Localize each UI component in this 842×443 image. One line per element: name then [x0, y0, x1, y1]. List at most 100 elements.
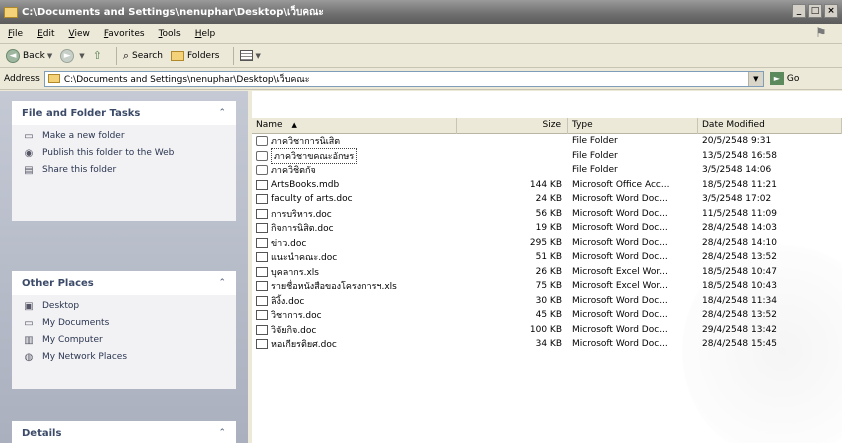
file-type: Microsoft Word Doc... — [572, 208, 668, 219]
views-button[interactable]: ▼ — [240, 50, 261, 61]
file-name-cell[interactable]: การบริหาร.doc — [252, 207, 457, 221]
file-row[interactable]: วิชาการ.doc 45 KB Microsoft Word Doc... 28/… — [252, 308, 842, 323]
file-type: File Folder — [572, 165, 618, 176]
file-name: ภาควิชาขคณะอักษร — [271, 147, 358, 164]
forward-button[interactable]: ► ▼ — [60, 48, 85, 63]
file-name: รายชื่อหนังสือของโครงการฯ.xls — [271, 282, 397, 293]
file-row[interactable]: การบริหาร.doc 56 KB Microsoft Word Doc... 1… — [252, 207, 842, 222]
column-header-row: Name ▲ Size Type Date Modified — [252, 118, 842, 134]
file-name-cell[interactable]: ภาควิชาขคณะอักษร — [252, 147, 457, 164]
file-row[interactable]: ภาควิชาขคณะอักษร File Folder 13/5/2548 16:… — [252, 147, 842, 164]
file-type: Microsoft Office Acc... — [572, 179, 670, 190]
file-row[interactable]: กิจการนิสิต.doc 19 KB Microsoft Word Doc..… — [252, 221, 842, 236]
column-size[interactable]: Size — [457, 118, 568, 134]
menu-tools[interactable]: Tools — [159, 29, 181, 39]
file-row[interactable]: บุคลากร.xls 26 KB Microsoft Excel Wor... 18… — [252, 265, 842, 280]
file-name-cell[interactable]: ข่าว.doc — [252, 236, 457, 250]
file-name-cell[interactable]: แนะนำคณะ.doc — [252, 250, 457, 264]
title-bar[interactable]: C:\Documents and Settings\nenuphar\Deskt… — [0, 0, 842, 24]
collapse-chevron-icon[interactable]: ⌃ — [218, 108, 226, 118]
file-name: faculty of arts.doc — [271, 194, 353, 205]
file-name-cell[interactable]: วิจัยกิจ.doc — [252, 323, 457, 337]
maximize-button[interactable]: □ — [808, 4, 822, 18]
file-row[interactable]: ภาควิชิตกัจ File Folder 3/5/2548 14:06 — [252, 163, 842, 178]
task-label: Publish this folder to the Web — [42, 148, 175, 158]
back-dropdown-icon[interactable]: ▼ — [47, 52, 52, 60]
documents-folder-icon: ▭ — [24, 318, 34, 329]
folders-label: Folders — [186, 50, 220, 61]
file-name-cell[interactable]: faculty of arts.doc — [252, 194, 457, 205]
menu-bar: File Edit View Favorites Tools Help ⚑ — [0, 24, 842, 44]
file-icon — [256, 252, 268, 263]
file-name-cell[interactable]: ArtsBooks.mdb — [252, 179, 457, 190]
file-type: Microsoft Word Doc... — [572, 324, 668, 335]
file-type: Microsoft Word Doc... — [572, 252, 668, 263]
panel-header[interactable]: Details ⌃ — [12, 421, 236, 443]
windows-logo-icon: ⚑ — [815, 26, 827, 41]
file-row[interactable]: faculty of arts.doc 24 KB Microsoft Word D… — [252, 192, 842, 207]
task-publish-web[interactable]: ◉ Publish this folder to the Web — [22, 148, 226, 160]
address-dropdown-icon[interactable]: ▼ — [747, 71, 763, 86]
place-my-computer[interactable]: ▥ My Computer — [22, 335, 226, 347]
file-name-cell[interactable]: รายชื่อหนังสือของโครงการฯ.xls — [252, 279, 457, 293]
file-row[interactable]: หอเกียรติยศ.doc 34 KB Microsoft Word Doc..… — [252, 337, 842, 352]
file-row[interactable]: ภาควิชาการนิเสิต File Folder 20/5/2548 9:3… — [252, 134, 842, 149]
panel-header[interactable]: File and Folder Tasks ⌃ — [12, 101, 236, 125]
file-name-cell[interactable]: ภาควิชิตกัจ — [252, 163, 457, 177]
close-button[interactable]: × — [824, 4, 838, 18]
go-button[interactable]: ► Go — [769, 72, 799, 85]
back-button[interactable]: ◄ Back ▼ — [6, 48, 52, 63]
file-date-modified: 28/4/2548 14:03 — [702, 223, 777, 234]
file-icon — [256, 237, 268, 248]
place-label: My Computer — [42, 335, 103, 345]
file-size: 100 KB — [529, 324, 562, 335]
collapse-chevron-icon[interactable]: ⌃ — [218, 278, 226, 288]
views-dropdown-icon[interactable]: ▼ — [255, 52, 260, 60]
file-date-modified: 28/4/2548 13:52 — [702, 252, 777, 263]
file-name-cell[interactable]: วิชาการ.doc — [252, 308, 457, 322]
file-row[interactable]: ข่าว.doc 295 KB Microsoft Word Doc... 28/4/… — [252, 236, 842, 251]
menu-view[interactable]: View — [69, 29, 90, 39]
column-date-modified[interactable]: Date Modified — [698, 118, 842, 134]
file-row[interactable]: ArtsBooks.mdb 144 KB Microsoft Office Acc.… — [252, 178, 842, 193]
file-row[interactable]: รายชื่อหนังสือของโครงการฯ.xls 75 KB Micros… — [252, 279, 842, 294]
file-name-cell[interactable]: ภาควิชาการนิเสิต — [252, 134, 457, 148]
toolbar: ◄ Back ▼ ► ▼ ⇧ ⌕ Search Folders ▼ — [0, 44, 842, 68]
menu-favorites[interactable]: Favorites — [104, 29, 145, 39]
menu-edit[interactable]: Edit — [37, 29, 54, 39]
address-input[interactable]: C:\Documents and Settings\nenuphar\Deskt… — [43, 70, 764, 87]
up-folder-button[interactable]: ⇧ — [93, 49, 102, 62]
place-desktop[interactable]: ▣ Desktop — [22, 301, 226, 313]
file-list-view: Name ▲ Size Type Date Modified ภาควิชากา… — [252, 91, 842, 443]
file-icon — [256, 324, 268, 335]
toolbar-divider — [233, 46, 235, 65]
minimize-button[interactable]: _ — [792, 4, 806, 18]
place-my-documents[interactable]: ▭ My Documents — [22, 318, 226, 330]
file-row[interactable]: วิจัยกิจ.doc 100 KB Microsoft Word Doc... 2… — [252, 323, 842, 338]
file-size: 26 KB — [535, 266, 562, 277]
place-label: My Documents — [42, 318, 110, 328]
file-row[interactable]: แนะนำคณะ.doc 51 KB Microsoft Word Doc... 28… — [252, 250, 842, 265]
file-icon — [256, 281, 268, 292]
place-network[interactable]: ◍ My Network Places — [22, 352, 226, 364]
file-name-cell[interactable]: บุคลากร.xls — [252, 265, 457, 279]
file-date-modified: 28/4/2548 13:52 — [702, 310, 777, 321]
task-share-folder[interactable]: ▤ Share this folder — [22, 165, 226, 177]
collapse-chevron-icon[interactable]: ⌃ — [218, 428, 226, 438]
file-name-cell[interactable]: หอเกียรติยศ.doc — [252, 337, 457, 351]
column-name[interactable]: Name ▲ — [252, 118, 457, 134]
file-name: ข่าว.doc — [271, 238, 307, 249]
back-label: Back — [23, 50, 45, 61]
forward-dropdown-icon[interactable]: ▼ — [79, 52, 84, 60]
file-name-cell[interactable]: กิจการนิสิต.doc — [252, 221, 457, 235]
window-title: C:\Documents and Settings\nenuphar\Deskt… — [22, 6, 324, 18]
task-new-folder[interactable]: ▭ Make a new folder — [22, 131, 226, 143]
file-name-cell[interactable]: ลิงิ้ง.doc — [252, 294, 457, 308]
file-row[interactable]: ลิงิ้ง.doc 30 KB Microsoft Word Doc... 18/4… — [252, 294, 842, 309]
panel-header[interactable]: Other Places ⌃ — [12, 271, 236, 295]
column-type[interactable]: Type — [568, 118, 698, 134]
search-button[interactable]: ⌕ Search — [123, 49, 163, 63]
menu-file[interactable]: File — [8, 29, 23, 39]
menu-help[interactable]: Help — [195, 29, 216, 39]
folders-button[interactable]: Folders — [170, 50, 220, 61]
